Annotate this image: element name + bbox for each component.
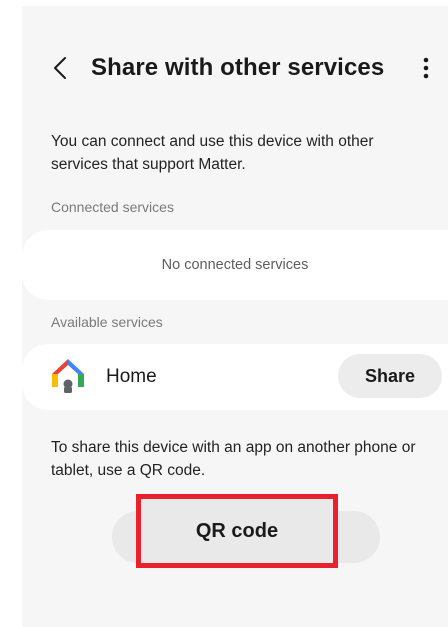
qr-code-button[interactable]: QR code <box>136 494 338 568</box>
google-home-icon <box>52 359 84 393</box>
app-header: Share with other services <box>22 48 448 88</box>
qr-code-label: QR code <box>195 519 279 542</box>
more-vertical-icon <box>423 57 429 79</box>
page-title: Share with other services <box>91 54 385 81</box>
chevron-left-icon <box>54 57 66 79</box>
connected-services-card: No connected services <box>22 230 448 300</box>
connected-services-label: Connected services <box>51 199 174 215</box>
back-button[interactable] <box>48 54 72 82</box>
more-options-button[interactable] <box>418 54 434 82</box>
share-button[interactable]: Share <box>338 354 442 398</box>
qr-hint-text: To share this device with an app on anot… <box>51 439 416 479</box>
available-services-label: Available services <box>51 314 163 330</box>
no-connected-services-text: No connected services <box>161 257 309 273</box>
intro-text: You can connect and use this device with… <box>51 133 374 173</box>
share-screen: Share with other services You can connec… <box>22 6 448 627</box>
service-name: Home <box>106 366 157 387</box>
service-item-home: Home Share <box>22 344 448 410</box>
